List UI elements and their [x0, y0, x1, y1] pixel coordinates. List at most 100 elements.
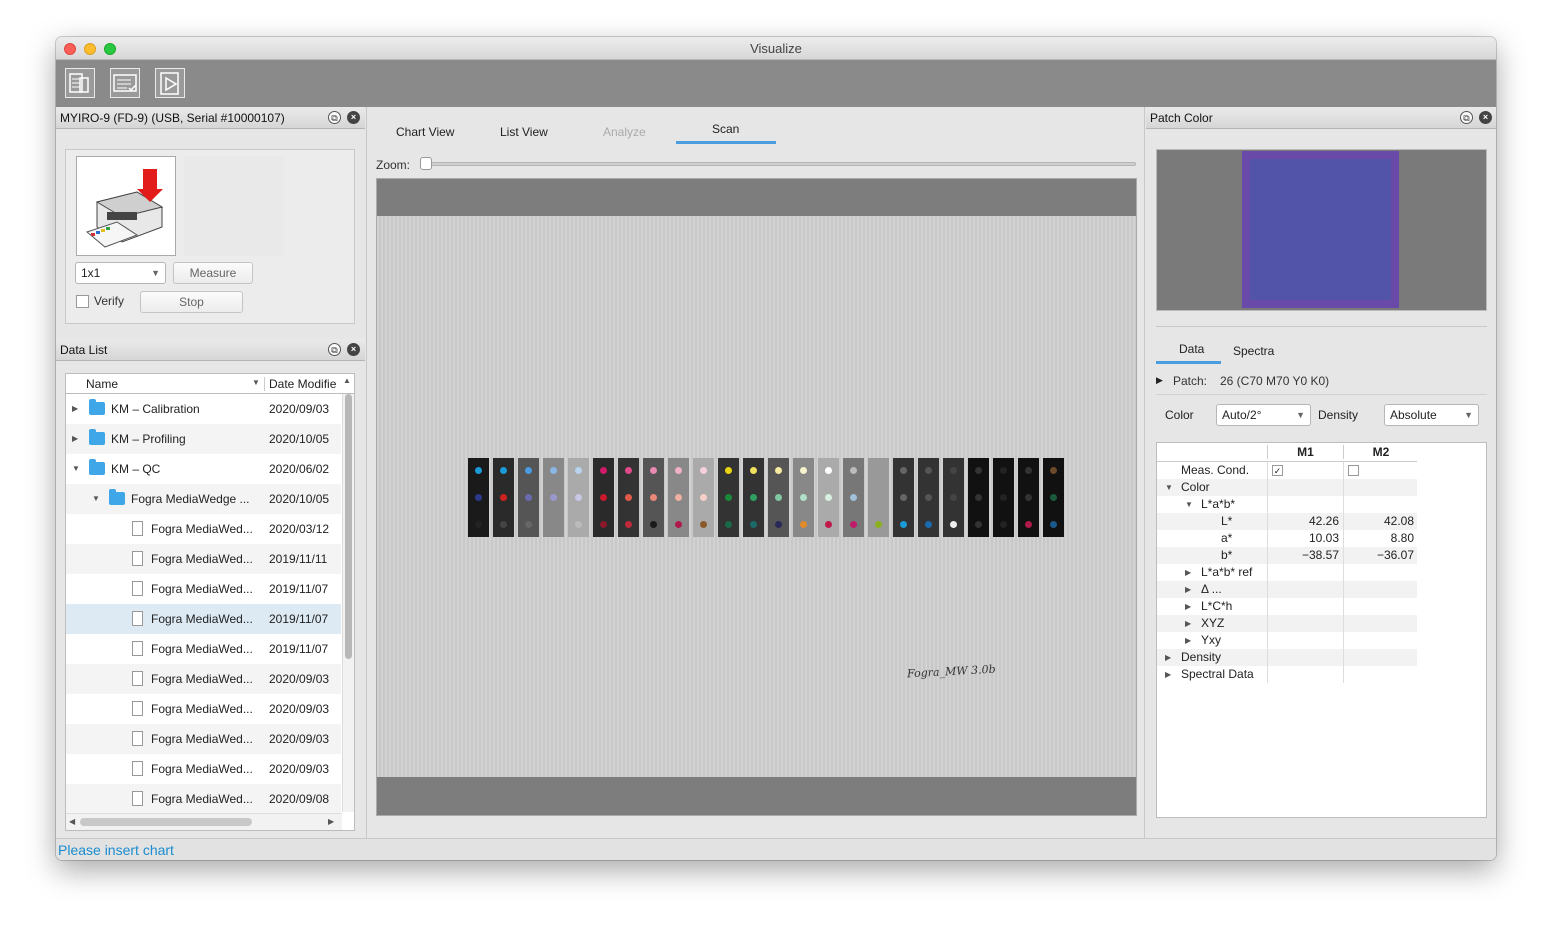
- chevron-right-icon[interactable]: ▶: [1165, 649, 1171, 666]
- scan-patch[interactable]: [993, 458, 1014, 537]
- measure-button[interactable]: Measure: [173, 262, 253, 284]
- horizontal-scroll-thumb[interactable]: [80, 818, 252, 826]
- list-item[interactable]: Fogra MediaWed... 2020/03/12: [66, 514, 341, 544]
- table-row[interactable]: ▶ Yxy: [1157, 632, 1417, 649]
- table-row[interactable]: ▼ L*a*b*: [1157, 496, 1417, 513]
- list-item[interactable]: Fogra MediaWed... 2020/09/03: [66, 664, 341, 694]
- scan-patch[interactable]: [968, 458, 989, 537]
- scroll-up-icon[interactable]: ▲: [343, 376, 351, 385]
- tab-data[interactable]: Data: [1179, 342, 1204, 356]
- scan-patch[interactable]: [668, 458, 689, 537]
- scan-patch[interactable]: [618, 458, 639, 537]
- scan-patch[interactable]: [518, 458, 539, 537]
- chevron-down-icon[interactable]: ▼: [72, 454, 80, 484]
- list-item[interactable]: Fogra MediaWed... 2019/11/07: [66, 634, 341, 664]
- list-item[interactable]: ▼ Fogra MediaWedge ... 2020/10/05: [66, 484, 341, 514]
- list-item[interactable]: ▶ KM – Calibration 2020/09/03: [66, 394, 341, 424]
- vertical-scrollbar[interactable]: [342, 394, 354, 812]
- scroll-right-icon[interactable]: ▶: [328, 817, 334, 826]
- list-item[interactable]: ▶ KM – Profiling 2020/10/05: [66, 424, 341, 454]
- minimize-window-button[interactable]: [84, 43, 96, 55]
- density-select[interactable]: Absolute ▼: [1384, 404, 1479, 426]
- scan-patch[interactable]: [568, 458, 589, 537]
- close-icon[interactable]: ×: [347, 343, 360, 356]
- tab-list-view[interactable]: List View: [500, 125, 548, 139]
- vertical-scroll-thumb[interactable]: [345, 394, 352, 659]
- column-name[interactable]: Name: [86, 377, 118, 391]
- chevron-right-icon[interactable]: ▶: [1165, 666, 1171, 683]
- color-select[interactable]: Auto/2° ▼: [1216, 404, 1311, 426]
- tab-spectra[interactable]: Spectra: [1233, 344, 1274, 358]
- row-label: L*C*h: [1201, 599, 1233, 613]
- scan-patch[interactable]: [493, 458, 514, 537]
- tab-chart-view[interactable]: Chart View: [396, 125, 454, 139]
- close-icon[interactable]: ×: [347, 111, 360, 124]
- aperture-select[interactable]: 1x1 ▼: [75, 262, 166, 284]
- restore-icon[interactable]: ⧉: [328, 111, 341, 124]
- chevron-right-icon[interactable]: ▶: [72, 394, 78, 424]
- scan-patch[interactable]: [918, 458, 939, 537]
- patch-disclosure-icon[interactable]: ▶: [1156, 375, 1163, 386]
- scan-patch[interactable]: [893, 458, 914, 537]
- verify-checkbox[interactable]: [76, 295, 89, 308]
- device-button[interactable]: [65, 68, 95, 98]
- horizontal-scrollbar[interactable]: ◀ ▶: [66, 813, 342, 830]
- chevron-right-icon[interactable]: ▶: [1185, 581, 1191, 598]
- table-row[interactable]: ▼ Color: [1157, 479, 1417, 496]
- list-check-button[interactable]: [110, 68, 140, 98]
- m1-checkbox[interactable]: ✓: [1267, 462, 1343, 479]
- scan-patch[interactable]: [718, 458, 739, 537]
- scan-patch[interactable]: [818, 458, 839, 537]
- table-row[interactable]: ▶ Spectral Data: [1157, 666, 1417, 683]
- list-item[interactable]: Fogra MediaWed... 2020/09/03: [66, 694, 341, 724]
- restore-icon[interactable]: ⧉: [1460, 111, 1473, 124]
- table-row[interactable]: ▶ L*C*h: [1157, 598, 1417, 615]
- list-item[interactable]: Fogra MediaWed... 2019/11/07: [66, 604, 341, 634]
- checkmark-icon[interactable]: ✓: [1272, 465, 1283, 477]
- list-item[interactable]: ▼ KM – QC 2020/06/02: [66, 454, 341, 484]
- chevron-right-icon[interactable]: ▶: [1185, 615, 1191, 632]
- chevron-down-icon[interactable]: ▼: [92, 484, 100, 514]
- play-document-button[interactable]: [155, 68, 185, 98]
- table-row[interactable]: ▶ L*a*b* ref: [1157, 564, 1417, 581]
- scan-patch[interactable]: [943, 458, 964, 537]
- chevron-down-icon[interactable]: ▼: [1185, 496, 1193, 513]
- chevron-right-icon[interactable]: ▶: [1185, 598, 1191, 615]
- chevron-right-icon[interactable]: ▶: [1185, 564, 1191, 581]
- scan-patch[interactable]: [693, 458, 714, 537]
- scroll-left-icon[interactable]: ◀: [69, 817, 75, 826]
- column-date[interactable]: Date Modifie: [264, 377, 342, 391]
- zoom-slider-knob[interactable]: [420, 157, 432, 170]
- scan-patch[interactable]: [743, 458, 764, 537]
- m2-checkbox[interactable]: [1343, 462, 1418, 479]
- list-item[interactable]: Fogra MediaWed... 2019/11/07: [66, 574, 341, 604]
- scan-patch[interactable]: [1018, 458, 1039, 537]
- stop-button[interactable]: Stop: [140, 291, 243, 313]
- list-item[interactable]: Fogra MediaWed... 2019/11/11: [66, 544, 341, 574]
- zoom-window-button[interactable]: [104, 43, 116, 55]
- list-item[interactable]: Fogra MediaWed... 2020/09/08: [66, 784, 341, 814]
- zoom-slider[interactable]: [420, 157, 1136, 170]
- scan-patch[interactable]: [768, 458, 789, 537]
- list-item[interactable]: Fogra MediaWed... 2020/09/03: [66, 724, 341, 754]
- empty-checkbox-icon[interactable]: [1348, 465, 1359, 477]
- scan-patch[interactable]: [793, 458, 814, 537]
- scan-patch[interactable]: [843, 458, 864, 537]
- scan-patch[interactable]: [543, 458, 564, 537]
- scan-patch[interactable]: [868, 458, 889, 537]
- close-window-button[interactable]: [64, 43, 76, 55]
- scan-patch[interactable]: [1043, 458, 1064, 537]
- close-icon[interactable]: ×: [1479, 111, 1492, 124]
- scan-patch[interactable]: [643, 458, 664, 537]
- list-item[interactable]: Fogra MediaWed... 2020/09/03: [66, 754, 341, 784]
- table-row[interactable]: ▶ Density: [1157, 649, 1417, 666]
- scan-patch[interactable]: [593, 458, 614, 537]
- table-row[interactable]: ▶ Δ ...: [1157, 581, 1417, 598]
- chevron-right-icon[interactable]: ▶: [72, 424, 78, 454]
- chevron-down-icon[interactable]: ▼: [1165, 479, 1173, 496]
- table-row[interactable]: ▶ XYZ: [1157, 615, 1417, 632]
- tab-scan[interactable]: Scan: [712, 122, 739, 136]
- chevron-right-icon[interactable]: ▶: [1185, 632, 1191, 649]
- restore-icon[interactable]: ⧉: [328, 343, 341, 356]
- scan-patch[interactable]: [468, 458, 489, 537]
